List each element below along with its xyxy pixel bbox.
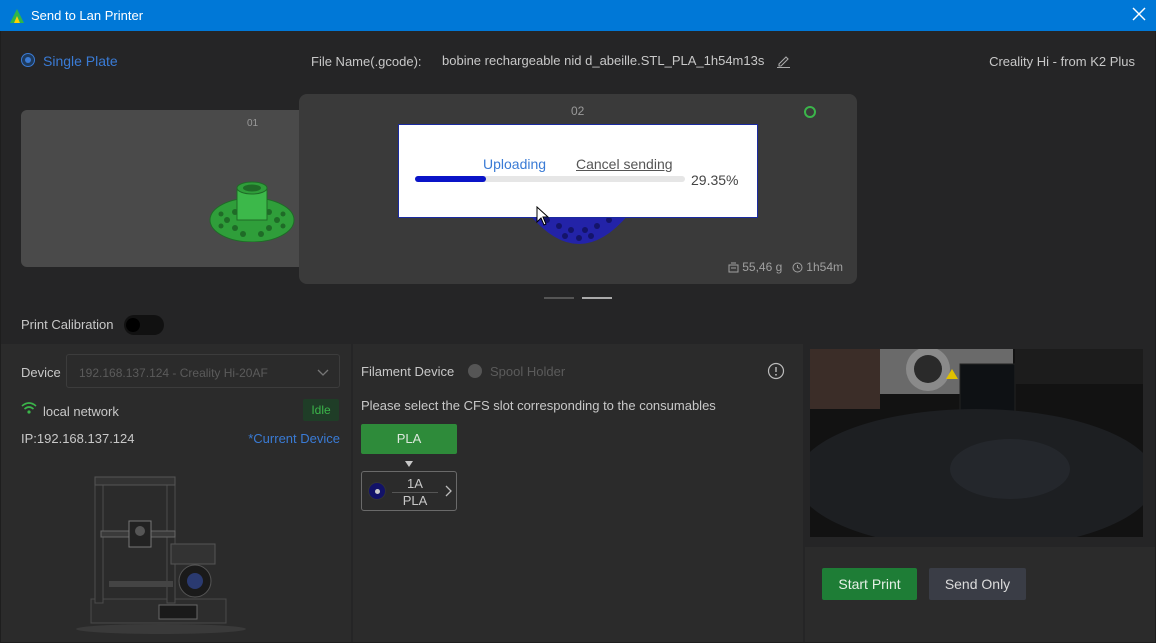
- action-bar: Start Print Send Only: [805, 547, 1155, 642]
- spool-holder-label: Spool Holder: [490, 364, 566, 379]
- device-label: Device: [21, 365, 61, 380]
- filament-panel: Filament Device Spool Holder Please sele…: [353, 344, 803, 642]
- edit-icon[interactable]: [776, 53, 791, 68]
- filament-device-label: Filament Device: [361, 364, 455, 379]
- mouse-cursor-icon: [536, 206, 550, 226]
- printer-image: [76, 476, 246, 634]
- chevron-down-icon: [317, 369, 329, 376]
- info-icon[interactable]: [767, 362, 785, 380]
- network-type: local network: [43, 404, 119, 419]
- device-select-value: 192.168.137.124 - Creality Hi-20AF: [79, 366, 268, 380]
- arrow-down-icon: [405, 461, 413, 467]
- close-icon[interactable]: [1132, 7, 1146, 21]
- plate-thumbnail-01[interactable]: 01: [21, 110, 321, 267]
- upload-percent: 29.35%: [691, 172, 739, 188]
- target-printer-name: Creality Hi - from K2 Plus: [989, 54, 1135, 69]
- plate-select-radio[interactable]: [804, 106, 816, 118]
- cfs-slot-hint: Please select the CFS slot corresponding…: [361, 398, 716, 413]
- plate-weight: 55,46 g: [742, 260, 783, 274]
- file-name-value: bobine rechargeable nid d_abeille.STL_PL…: [442, 53, 765, 68]
- status-badge: Idle: [303, 399, 339, 421]
- camera-panel: Start Print Send Only: [805, 344, 1155, 642]
- single-plate-radio[interactable]: [21, 53, 35, 67]
- plate-print-time: 1h54m: [806, 260, 843, 274]
- plate-number: 02: [571, 104, 585, 118]
- wifi-icon: [21, 402, 37, 414]
- device-select[interactable]: 192.168.137.124 - Creality Hi-20AF: [66, 354, 340, 388]
- current-device-link[interactable]: *Current Device: [248, 431, 340, 446]
- header-row: Single Plate File Name(.gcode): bobine r…: [1, 31, 1155, 91]
- green-spool-model: [209, 181, 295, 242]
- slot-id: 1A: [392, 476, 438, 493]
- device-ip: IP:192.168.137.124: [21, 431, 135, 446]
- start-print-button[interactable]: Start Print: [822, 568, 917, 600]
- cancel-sending-link[interactable]: Cancel sending: [576, 156, 673, 172]
- pager-dot-1[interactable]: [544, 297, 574, 299]
- material-button[interactable]: PLA: [361, 424, 457, 454]
- slot-material: PLA: [402, 493, 428, 508]
- print-calibration-toggle[interactable]: [124, 315, 164, 335]
- upload-progress-bar: [415, 176, 685, 182]
- cfs-slot-selector[interactable]: 1A PLA: [361, 471, 457, 511]
- upload-progress-dialog: Uploading Cancel sending 29.35%: [398, 124, 758, 218]
- plate-stats: 55,46 g 1h54m: [728, 260, 843, 274]
- print-calibration-label: Print Calibration: [21, 317, 114, 332]
- clock-icon: [792, 262, 803, 272]
- chevron-right-icon: [445, 485, 452, 497]
- spool-holder-radio[interactable]: [468, 364, 482, 378]
- window-title: Send to Lan Printer: [31, 8, 144, 23]
- title-bar: Send to Lan Printer: [0, 0, 1156, 31]
- upload-status: Uploading: [483, 156, 547, 172]
- filament-color-swatch: [368, 482, 386, 500]
- camera-feed: [810, 349, 1143, 537]
- single-plate-label[interactable]: Single Plate: [43, 53, 118, 69]
- plate-number: 01: [247, 118, 259, 129]
- weight-icon: [728, 262, 739, 272]
- pager-dot-2[interactable]: [582, 297, 612, 299]
- device-panel: Device 192.168.137.124 - Creality Hi-20A…: [1, 344, 351, 642]
- app-logo-icon: [10, 8, 24, 23]
- dialog-body: Single Plate File Name(.gcode): bobine r…: [1, 31, 1155, 642]
- upload-progress-fill: [415, 176, 487, 182]
- send-only-button[interactable]: Send Only: [929, 568, 1026, 600]
- file-name-label: File Name(.gcode):: [311, 54, 422, 69]
